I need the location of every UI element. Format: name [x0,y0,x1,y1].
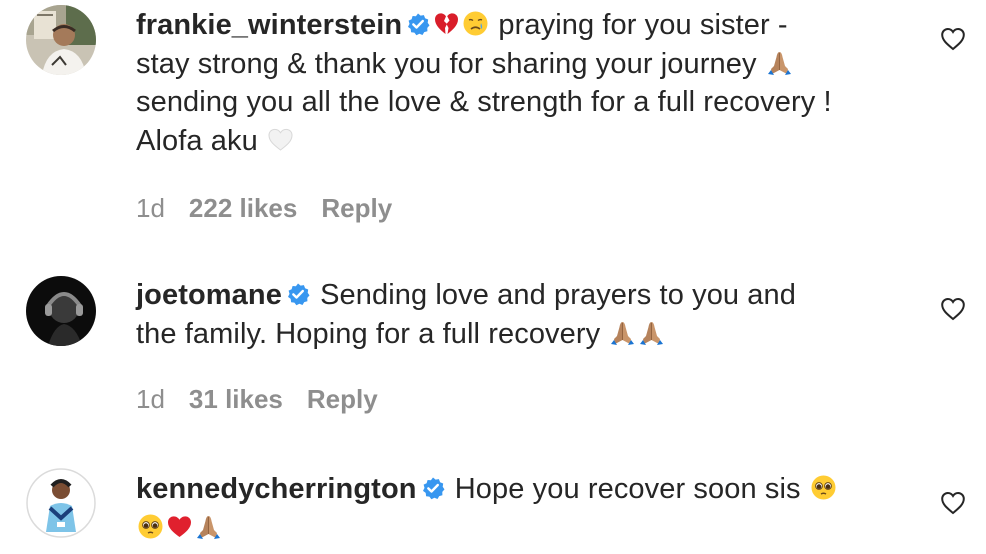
comment-text: Alofa aku [136,124,258,157]
comment-item: kennedycherrington Hope you recover soon… [0,450,986,554]
crying-face-emoji-icon [462,10,489,37]
folded-hands-emoji-icon [767,51,792,75]
reply-button[interactable]: Reply [307,384,378,414]
avatar[interactable] [26,5,96,75]
comment-item: frankie_winterstein praying for you sist… [0,0,986,250]
verified-badge-icon [286,282,310,306]
folded-hands-emoji-icon [196,515,221,539]
heart-outline-icon[interactable] [940,26,966,52]
verified-badge-icon [407,12,431,36]
likes-count[interactable]: 222 likes [189,193,297,223]
comment-item: joetomane Sending love and prayers to yo… [0,250,986,450]
red-heart-emoji-icon [168,515,191,537]
comment-meta: 1d 222 likes Reply [136,193,416,224]
comment-username[interactable]: kennedycherrington [136,473,417,505]
comment-body: frankie_winterstein praying for you sist… [136,6,916,160]
folded-hands-emoji-icon [639,321,664,345]
white-heart-emoji-icon [268,128,293,150]
verified-badge-icon [421,476,445,500]
pleading-face-emoji-icon [137,513,164,539]
comment-text: sending you all the love & strength for … [136,86,832,118]
folded-hands-emoji-icon [610,321,635,345]
avatar[interactable] [26,468,96,538]
comment-text: praying for you sister - [498,9,788,41]
likes-count[interactable]: 31 likes [189,384,283,414]
comment-time: 1d [136,384,165,414]
comment-body: joetomane Sending love and prayers to yo… [136,276,916,353]
comment-text: stay strong & thank you for sharing your… [136,47,757,80]
comment-meta: 1d 31 likes Reply [136,384,402,415]
comment-text: the family. Hoping for a full recovery [136,317,601,350]
comment-time: 1d [136,193,165,223]
broken-heart-emoji-icon [435,13,459,34]
comment-text: Hope you recover soon sis [454,473,801,505]
comment-body: kennedycherrington Hope you recover soon… [136,470,916,547]
pleading-face-emoji-icon [810,474,836,501]
comment-username[interactable]: joetomane [136,279,282,311]
comment-username[interactable]: frankie_winterstein [136,9,402,41]
reply-button[interactable]: Reply [321,193,392,223]
heart-outline-icon[interactable] [940,296,966,322]
avatar[interactable] [26,276,96,346]
heart-outline-icon[interactable] [940,490,966,516]
comment-text: Sending love and prayers to you and [320,279,796,311]
